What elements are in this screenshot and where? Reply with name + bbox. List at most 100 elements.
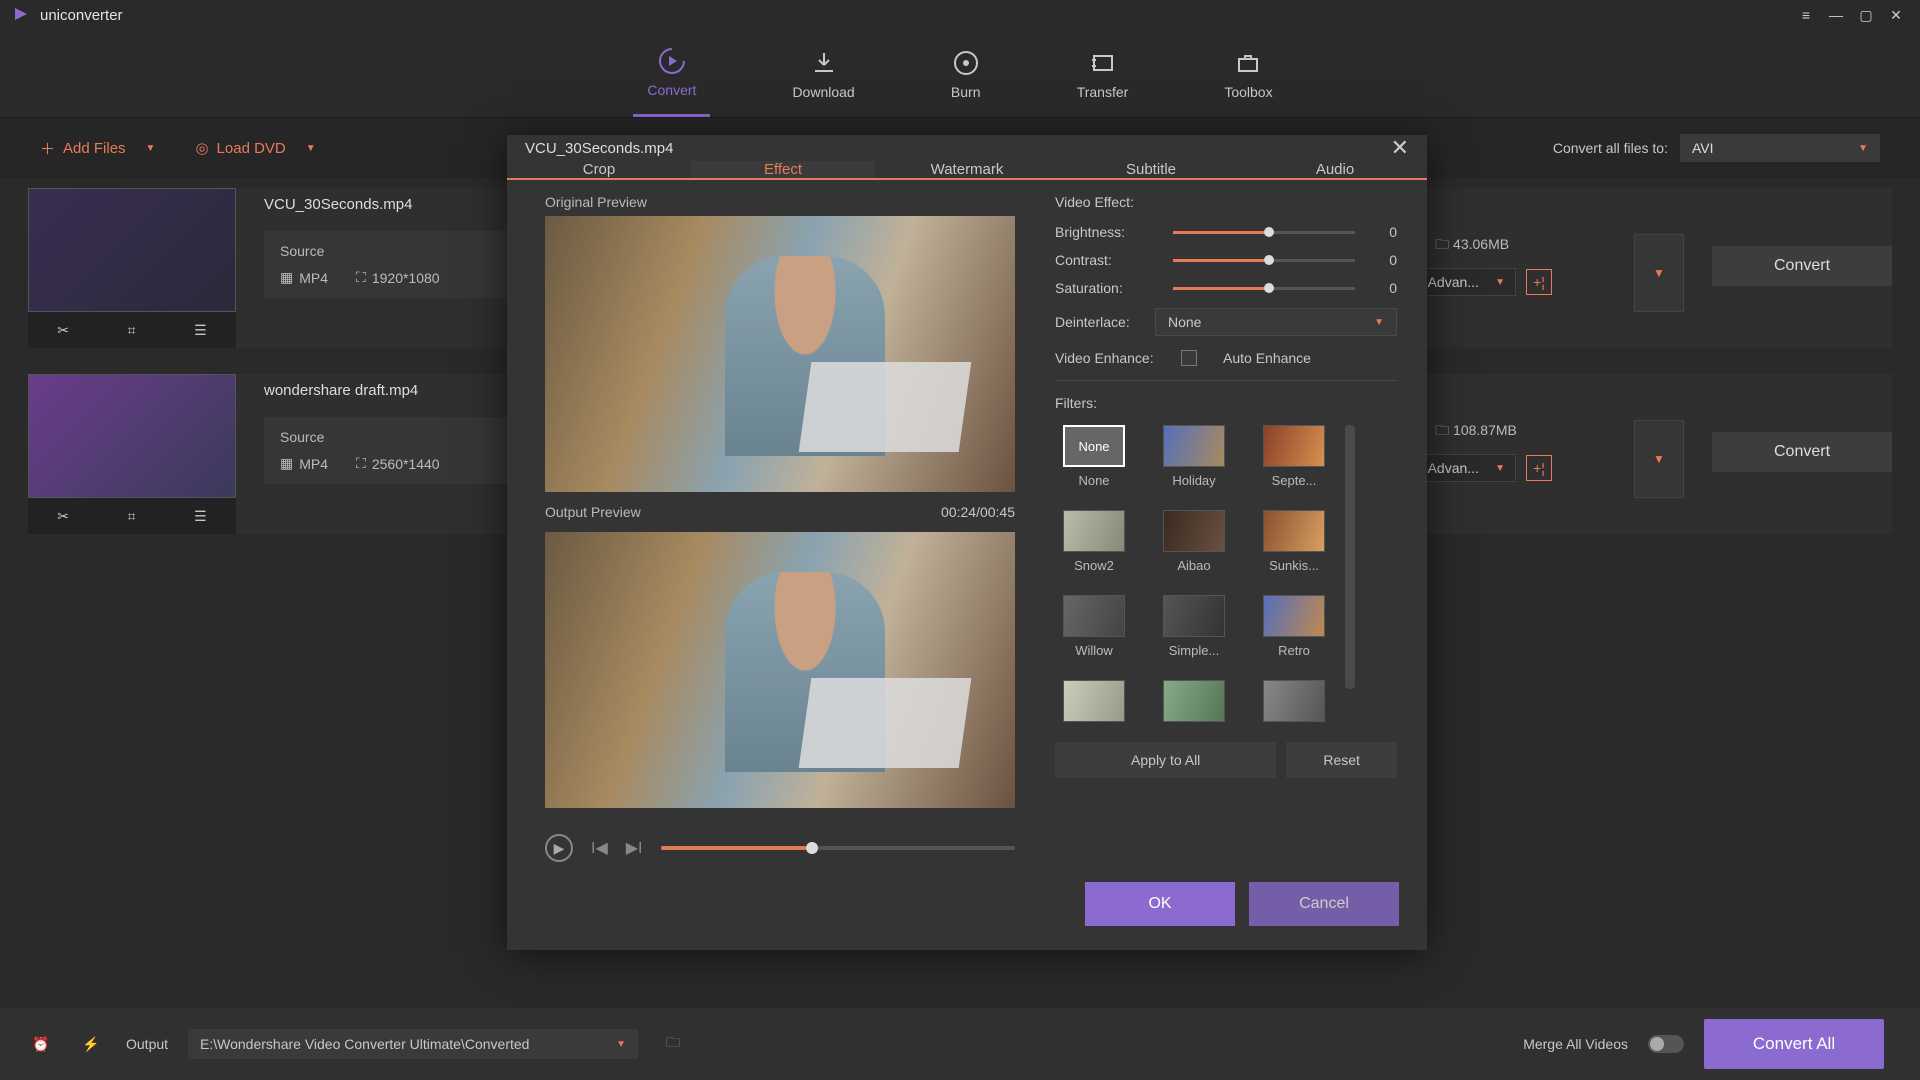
gpu-accel-icon[interactable]: ⚡ [76, 1029, 106, 1059]
contrast-slider[interactable] [1173, 259, 1355, 262]
merge-toggle[interactable] [1648, 1035, 1684, 1053]
auto-enhance-checkbox[interactable] [1181, 350, 1197, 366]
convert-all-button[interactable]: Convert All [1704, 1019, 1884, 1069]
crop-icon[interactable]: ⌗ [128, 508, 136, 525]
resolution: 1920*1080 [372, 270, 440, 286]
dialog-title: VCU_30Seconds.mp4 [525, 140, 673, 157]
filter-willow[interactable]: Willow [1055, 595, 1133, 658]
video-thumbnail[interactable] [28, 374, 236, 498]
chevron-down-icon: ▼ [1495, 277, 1505, 288]
filter-name: None [1055, 473, 1133, 488]
brightness-slider[interactable] [1173, 231, 1355, 234]
bottom-bar: ⏰ ⚡ Output E:\Wondershare Video Converte… [0, 1008, 1920, 1080]
filter-swatch: None [1063, 425, 1125, 467]
ok-label: OK [1148, 895, 1171, 913]
output-path-dropdown[interactable]: E:\Wondershare Video Converter Ultimate\… [188, 1029, 638, 1059]
nav-download[interactable]: Download [778, 30, 868, 117]
settings-icon[interactable]: ☰ [194, 508, 207, 525]
cut-icon[interactable]: ✂ [57, 322, 69, 339]
brightness-label: Brightness: [1055, 224, 1155, 240]
close-icon[interactable]: ✕ [1391, 135, 1409, 161]
convert-all-label: Convert All [1753, 1034, 1835, 1054]
filter-retro[interactable]: Retro [1255, 595, 1333, 658]
tab-effect[interactable]: Effect [691, 161, 875, 178]
nav-transfer[interactable]: Transfer [1063, 30, 1143, 117]
folder-icon: 🗀 [1435, 236, 1449, 252]
row-format-dropdown[interactable]: ▼ [1634, 420, 1684, 498]
settings-icon[interactable]: ☰ [194, 322, 207, 339]
apply-to-all-button[interactable]: Apply to All [1055, 742, 1276, 778]
deinterlace-value: None [1168, 314, 1201, 330]
filter-item[interactable] [1155, 680, 1233, 728]
nav-label: Transfer [1077, 84, 1129, 100]
reset-button[interactable]: Reset [1286, 742, 1397, 778]
filter-sunkissed[interactable]: Sunkis... [1255, 510, 1333, 573]
nav-burn[interactable]: Burn [937, 30, 995, 117]
filter-name: Retro [1255, 643, 1333, 658]
tab-watermark[interactable]: Watermark [875, 161, 1059, 178]
filter-holiday[interactable]: Holiday [1155, 425, 1233, 488]
video-effect-label: Video Effect: [1055, 194, 1397, 210]
deinterlace-dropdown[interactable]: None ▼ [1155, 308, 1397, 336]
thumb-toolbar: ✂ ⌗ ☰ [28, 312, 236, 348]
filter-name: Simple... [1155, 643, 1233, 658]
maximize-icon[interactable]: ▢ [1854, 3, 1878, 27]
tab-subtitle[interactable]: Subtitle [1059, 161, 1243, 178]
minimize-icon[interactable]: — [1824, 3, 1848, 27]
filter-item[interactable] [1055, 680, 1133, 728]
next-frame-button[interactable]: ▶I [626, 838, 643, 858]
cancel-button[interactable]: Cancel [1249, 882, 1399, 926]
cut-icon[interactable]: ✂ [57, 508, 69, 525]
video-thumbnail[interactable] [28, 188, 236, 312]
app-name: uniconverter [40, 7, 123, 24]
hamburger-icon[interactable]: ≡ [1794, 3, 1818, 27]
convert-button[interactable]: Convert [1712, 246, 1892, 286]
filter-simple[interactable]: Simple... [1155, 595, 1233, 658]
filter-none[interactable]: None None [1055, 425, 1133, 488]
nav-convert[interactable]: Convert [633, 30, 710, 117]
add-files-button[interactable]: ＋ Add Files ▼ [40, 138, 155, 159]
play-button[interactable]: ▶ [545, 834, 573, 862]
add-subtitle-button[interactable]: +¦ [1526, 269, 1552, 295]
filter-aibao[interactable]: Aibao [1155, 510, 1233, 573]
saturation-slider[interactable] [1173, 287, 1355, 290]
filter-september[interactable]: Septe... [1255, 425, 1333, 488]
filter-name: Septe... [1255, 473, 1333, 488]
seek-slider[interactable] [661, 846, 1016, 850]
add-subtitle-button[interactable]: +¦ [1526, 455, 1552, 481]
filter-grid: None None Holiday Septe... Snow2 Aibao Su… [1055, 425, 1333, 728]
add-files-label: Add Files [63, 140, 126, 157]
tab-crop[interactable]: Crop [507, 161, 691, 178]
main-nav: Convert Download Burn Transfer Toolbox [0, 30, 1920, 118]
filter-item[interactable] [1255, 680, 1333, 728]
preview-column: Original Preview Output Preview 00:24/00… [545, 194, 1015, 862]
tab-audio[interactable]: Audio [1243, 161, 1427, 178]
load-dvd-button[interactable]: ◎ Load DVD ▼ [195, 139, 315, 157]
filter-swatch [1263, 425, 1325, 467]
open-folder-icon[interactable]: 🗀 [658, 1029, 688, 1059]
crop-icon[interactable]: ⌗ [128, 322, 136, 339]
output-format-dropdown[interactable]: AVI ▼ [1680, 134, 1880, 162]
codec: MP4 [299, 456, 328, 472]
playback-controls: ▶ I◀ ▶I [545, 820, 1015, 862]
filter-swatch [1263, 595, 1325, 637]
tab-label: Watermark [931, 161, 1004, 178]
filter-swatch [1163, 425, 1225, 467]
ok-button[interactable]: OK [1085, 882, 1235, 926]
output-preview [545, 532, 1015, 808]
convert-button[interactable]: Convert [1712, 432, 1892, 472]
schedule-icon[interactable]: ⏰ [26, 1029, 56, 1059]
tab-label: Subtitle [1126, 161, 1176, 178]
close-window-icon[interactable]: ✕ [1884, 3, 1908, 27]
filter-name: Aibao [1155, 558, 1233, 573]
chevron-down-icon: ▼ [146, 143, 156, 154]
prev-frame-button[interactable]: I◀ [591, 838, 608, 858]
row-format-dropdown[interactable]: ▼ [1634, 234, 1684, 312]
nav-toolbox[interactable]: Toolbox [1210, 30, 1286, 117]
nav-label: Toolbox [1224, 84, 1272, 100]
dialog-titlebar: VCU_30Seconds.mp4 ✕ [507, 135, 1427, 161]
filter-snow2[interactable]: Snow2 [1055, 510, 1133, 573]
download-icon [809, 48, 839, 78]
filter-swatch [1163, 510, 1225, 552]
filter-scrollbar[interactable] [1345, 425, 1355, 689]
